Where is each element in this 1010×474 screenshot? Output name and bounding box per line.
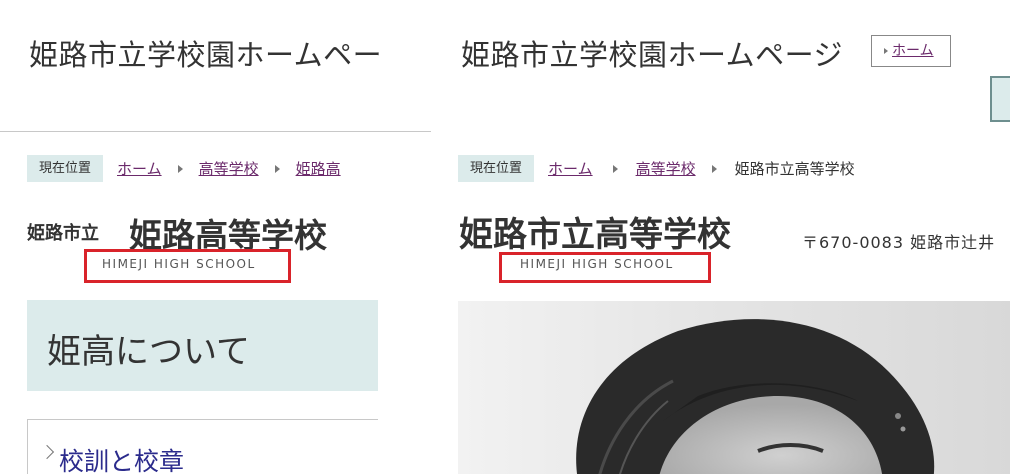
highlight-box <box>499 252 711 283</box>
about-title: 姫高について <box>47 332 250 372</box>
school-name: 姫路市立高等学校 <box>459 215 731 255</box>
home-button[interactable]: ホーム <box>871 35 951 67</box>
home-button-label[interactable]: ホーム <box>892 43 934 59</box>
breadcrumb-link-high-school[interactable]: 高等学校 <box>636 158 696 179</box>
breadcrumb-separator-icon <box>274 164 280 173</box>
breadcrumb-link-himeji[interactable]: 姫路高 <box>296 158 341 179</box>
subnav-item[interactable]: 校訓と校章 <box>27 419 378 474</box>
site-title[interactable]: 姫路市立学校園ホームページ <box>461 32 843 74</box>
right-page-view: 姫路市立学校園ホームページ ホーム 現在位置 ホーム 高等学校 姫路市立高等学校… <box>431 0 1010 474</box>
school-address: 〒670-0083 姫路市辻井 <box>802 233 996 252</box>
site-title[interactable]: 姫路市立学校園ホームペー <box>29 32 382 74</box>
breadcrumb-separator-icon <box>612 164 618 173</box>
breadcrumb: 現在位置 ホーム 高等学校 姫路高 <box>27 155 341 182</box>
school-name-prefix: 姫路市立 <box>27 223 99 244</box>
subnav-item-label[interactable]: 校訓と校章 <box>59 442 184 474</box>
left-page-view: 姫路市立学校園ホームペー 現在位置 ホーム 高等学校 姫路高 姫路市立 姫路高等… <box>0 0 431 474</box>
highlight-box <box>84 249 291 283</box>
breadcrumb-link-home[interactable]: ホーム <box>548 158 593 179</box>
hero-photo-image <box>458 301 1010 474</box>
breadcrumb-current-page: 姫路市立高等学校 <box>734 160 855 178</box>
breadcrumb-separator-icon <box>711 164 717 173</box>
breadcrumb-link-high-school[interactable]: 高等学校 <box>199 158 259 179</box>
breadcrumb: 現在位置 ホーム 高等学校 姫路市立高等学校 <box>458 155 855 182</box>
breadcrumb-current-label: 現在位置 <box>27 155 104 182</box>
search-button[interactable] <box>990 76 1010 122</box>
header-divider <box>0 131 431 132</box>
breadcrumb-link-home[interactable]: ホーム <box>117 158 162 179</box>
breadcrumb-current-label: 現在位置 <box>458 155 535 182</box>
hero-photo <box>458 301 1010 474</box>
chevron-right-icon <box>39 444 55 460</box>
about-section-header: 姫高について <box>27 300 378 391</box>
breadcrumb-separator-icon <box>177 164 183 173</box>
home-triangle-icon <box>884 48 888 54</box>
